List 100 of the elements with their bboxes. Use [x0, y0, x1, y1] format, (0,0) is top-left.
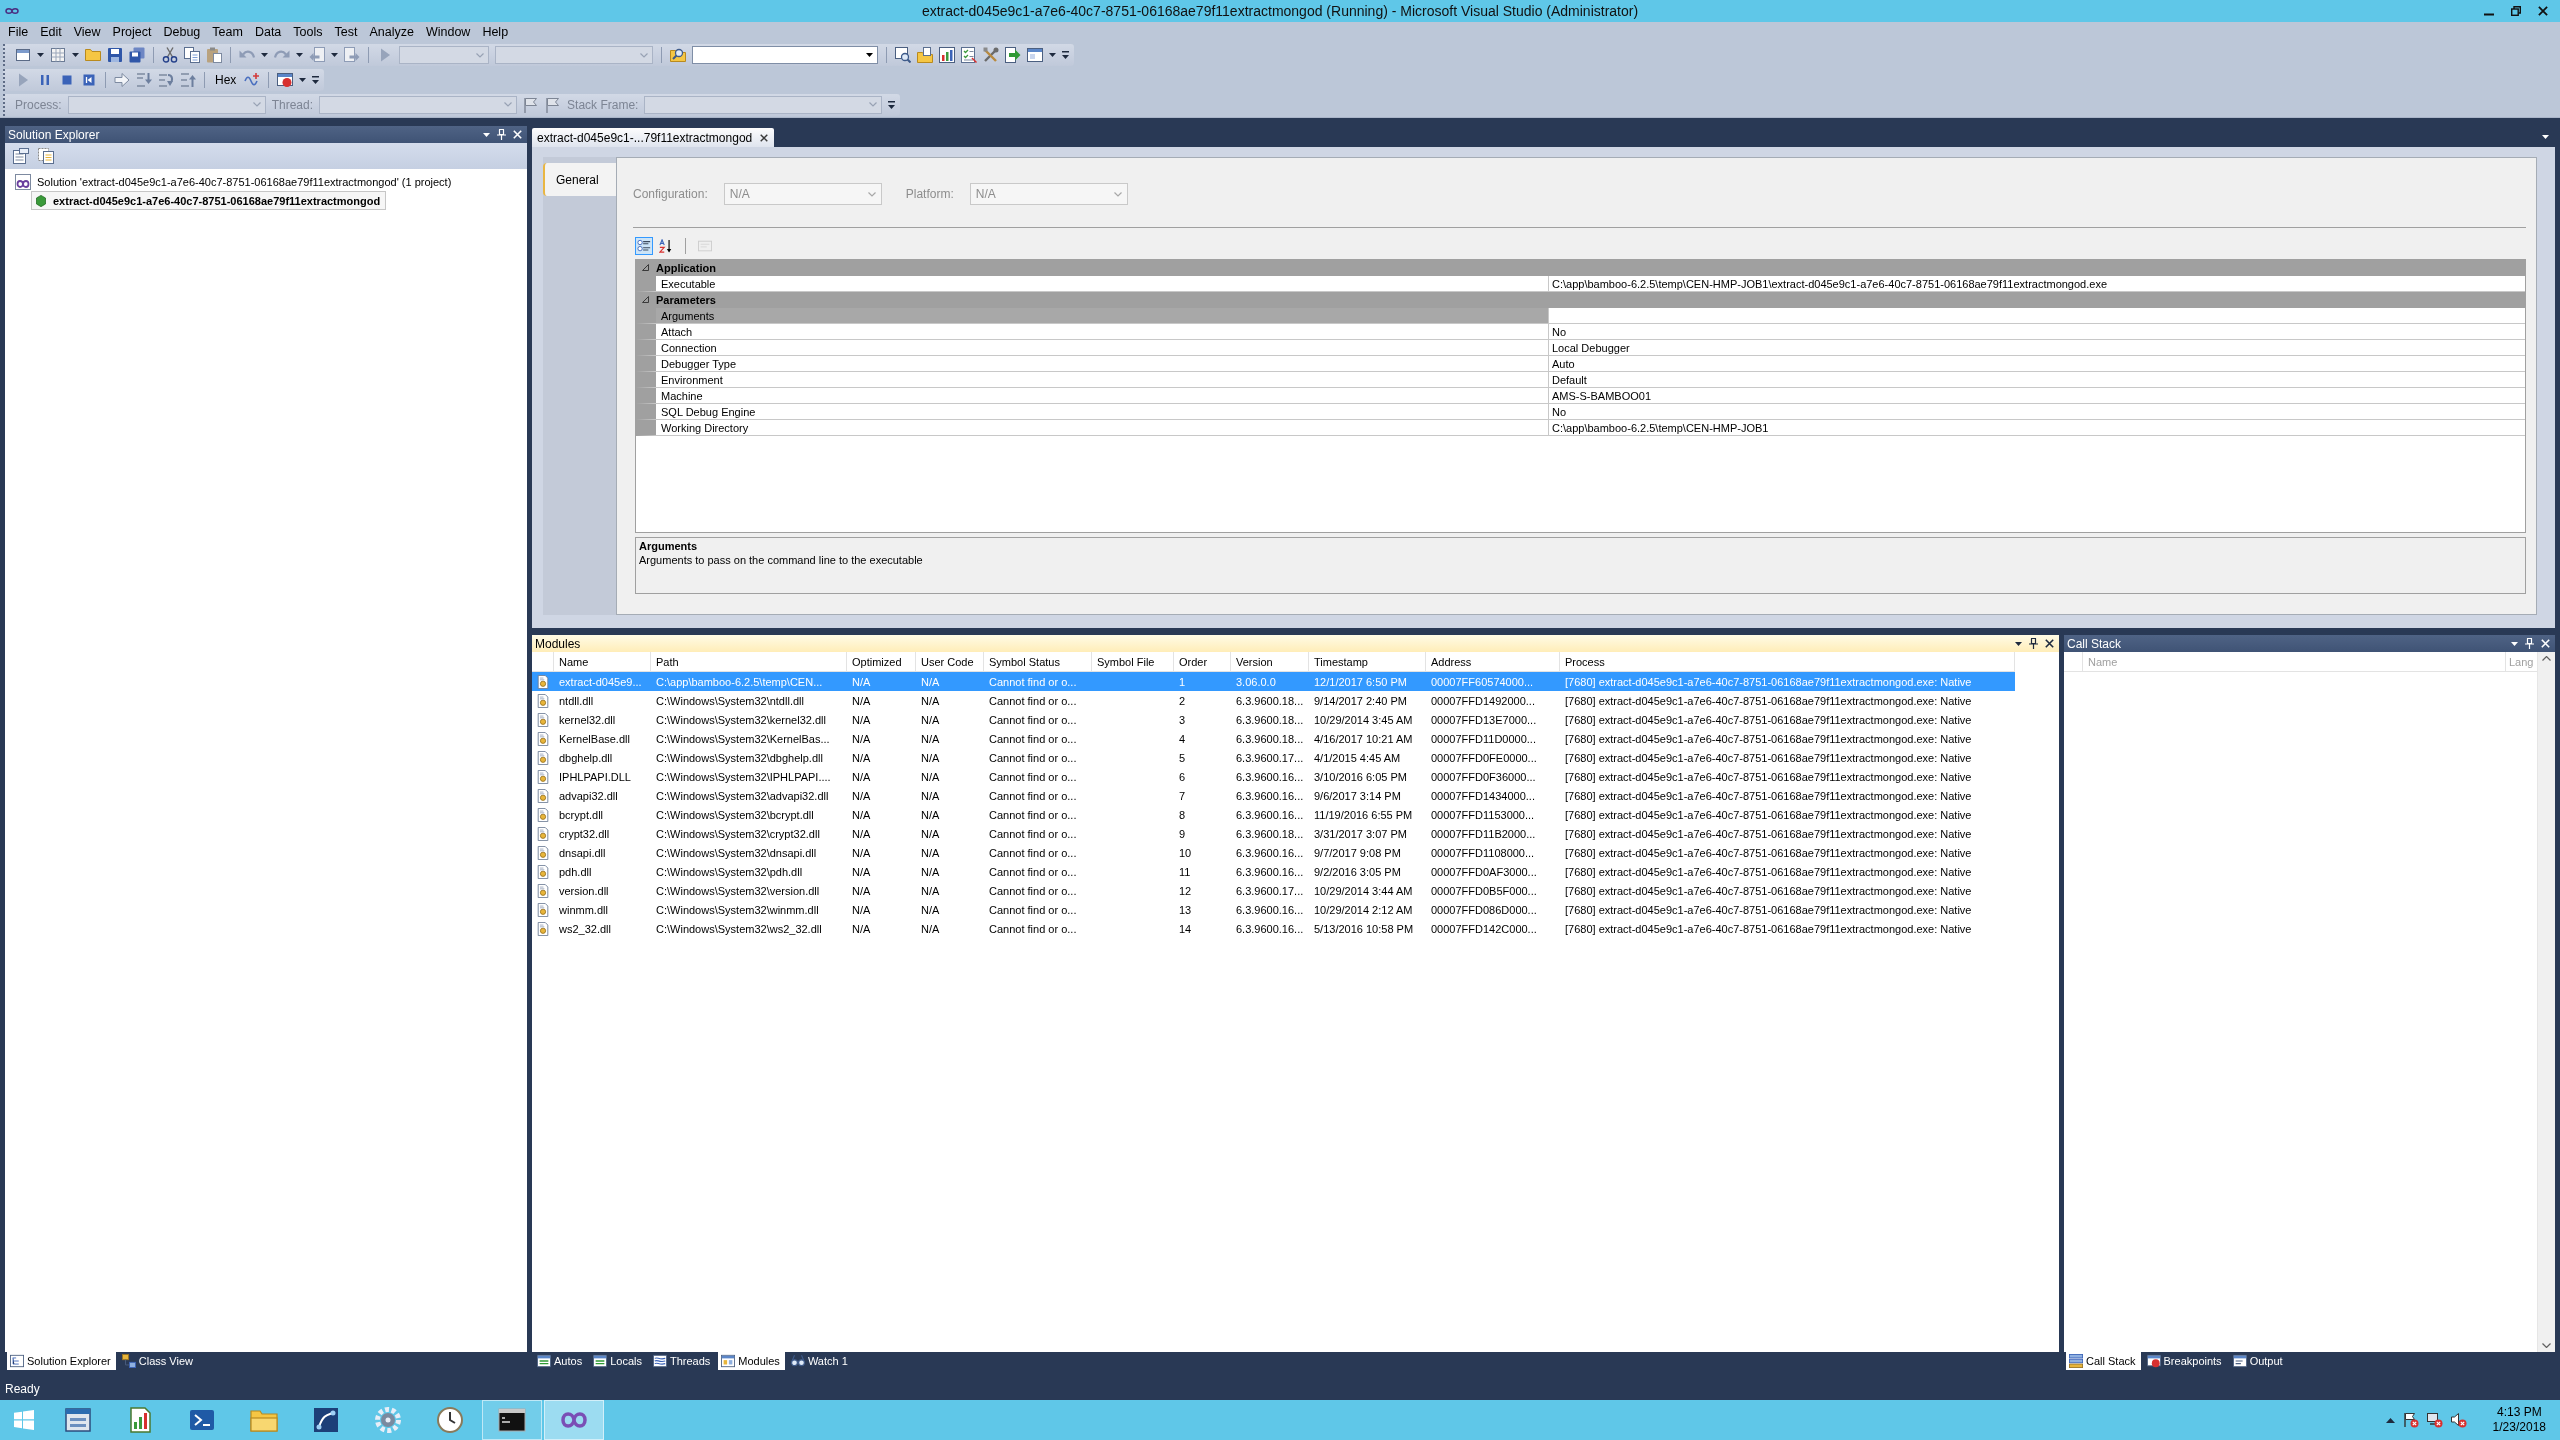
hexagon-icon[interactable]	[35, 194, 47, 207]
copy-icon[interactable]	[184, 47, 200, 64]
column-header[interactable]: Symbol File	[1092, 652, 1174, 671]
property-value[interactable]: No	[1548, 324, 2525, 340]
caret-icon[interactable]	[72, 53, 79, 58]
tab[interactable]: Breakpoints	[2143, 1352, 2227, 1370]
property-name[interactable]: Machine	[636, 388, 1548, 404]
property-value[interactable]: Auto	[1548, 356, 2525, 372]
threads-icon[interactable]	[652, 1354, 667, 1368]
table-row[interactable]: dnsapi.dll C:\Windows\System32\dnsapi.dll N/A N/A Cannot find or o... 10 6.3.9600.16... 9/7/2017 9:08 PM 00007FFD1108000... [7680] extract-d045e9c1-a7e6-40c7-8751-06168ae79f11extractmongod.exe: Native	[532, 843, 2015, 862]
column-header[interactable]: Symbol Status	[984, 652, 1092, 671]
flag-icon[interactable]	[523, 96, 540, 113]
tab[interactable]: Output	[2229, 1352, 2288, 1370]
property-name[interactable]: SQL Debug Engine	[636, 404, 1548, 420]
caret-icon[interactable]	[483, 132, 490, 137]
chevron-up-icon[interactable]	[2542, 656, 2551, 661]
property-value[interactable]: Local Debugger	[1548, 340, 2525, 356]
tab[interactable]: Watch 1	[787, 1352, 853, 1370]
close-icon[interactable]	[2045, 639, 2054, 648]
caret-icon[interactable]	[296, 53, 303, 58]
chart-window-icon[interactable]	[939, 47, 955, 64]
tools-icon[interactable]	[983, 47, 999, 64]
menu-item[interactable]: Help	[476, 23, 515, 41]
clipboard-icon[interactable]	[206, 47, 222, 64]
pages-icon[interactable]	[38, 148, 54, 164]
stack-icon[interactable]	[2069, 1354, 2083, 1368]
window-icon[interactable]	[1027, 47, 1043, 64]
collapse-triangle-icon[interactable]	[642, 264, 649, 271]
menu-item[interactable]: View	[67, 23, 107, 41]
column-header[interactable]: Version	[1231, 652, 1309, 671]
checklist-icon[interactable]	[961, 47, 977, 64]
window-icon[interactable]	[15, 47, 31, 64]
chevron-down-icon[interactable]	[2542, 1343, 2551, 1348]
nav-tab[interactable]: General	[543, 163, 616, 196]
menu-item[interactable]: Debug	[157, 23, 207, 41]
caret-icon[interactable]	[331, 53, 338, 58]
bullet-list-icon[interactable]	[635, 237, 653, 255]
clock-icon[interactable]	[436, 1406, 464, 1434]
glasses-icon[interactable]	[790, 1354, 805, 1368]
scrollbar[interactable]	[2537, 652, 2555, 1352]
menu-item[interactable]: Data	[248, 23, 288, 41]
right-arrow-icon[interactable]	[114, 72, 130, 88]
diagram-icon[interactable]	[312, 1406, 340, 1434]
menu-item[interactable]: Edit	[34, 23, 68, 41]
menu-item[interactable]: Test	[328, 23, 364, 41]
cabinet-icon[interactable]	[64, 1406, 92, 1434]
tree-item[interactable]: extract-d045e9c1-a7e6-40c7-8751-06168ae79f11extractmongod	[31, 191, 387, 210]
caret-icon[interactable]	[299, 78, 307, 82]
menu-item[interactable]: Project	[106, 23, 158, 41]
collapse-triangle-icon[interactable]	[642, 296, 649, 303]
property-value[interactable]: No	[1548, 404, 2525, 420]
caret-icon[interactable]	[261, 53, 268, 58]
tab[interactable]: Modules	[718, 1352, 785, 1370]
column-header[interactable]: Process	[1560, 652, 2015, 671]
overflow-caret-icon[interactable]	[888, 100, 896, 109]
infinity-window-icon[interactable]	[15, 173, 31, 190]
scissors-icon[interactable]	[162, 47, 178, 64]
caret-icon[interactable]	[2511, 641, 2518, 646]
category-header[interactable]: Parameters	[636, 292, 2525, 308]
column-header[interactable]: Address	[1426, 652, 1560, 671]
down-arrow-lines-icon[interactable]	[136, 72, 152, 88]
caret-icon[interactable]	[2015, 641, 2022, 646]
document-tab[interactable]: extract-d045e9c1-...79f11extractmongod	[532, 128, 775, 147]
tab[interactable]: Locals	[590, 1352, 647, 1370]
property-value[interactable]: AMS-S-BAMBOO01	[1548, 388, 2525, 404]
network-error-icon[interactable]	[2426, 1412, 2443, 1428]
property-value[interactable]: C:\app\bamboo-6.2.5\temp\CEN-HMP-JOB1	[1548, 420, 2525, 436]
property-name[interactable]: Arguments	[636, 308, 1548, 324]
window-search-icon[interactable]	[895, 47, 911, 64]
property-value[interactable]: Default	[1548, 372, 2525, 388]
taskbar-button[interactable]	[482, 1400, 542, 1440]
floppy-disks-icon[interactable]	[129, 47, 145, 64]
tab[interactable]: Autos	[534, 1352, 588, 1370]
tree-item[interactable]: Solution 'extract-d045e9c1-a7e6-40c7-8751-06168ae79f11extractmongod' (1 project)	[11, 172, 458, 191]
property-name[interactable]: Attach	[636, 324, 1548, 340]
overflow-caret-icon[interactable]	[312, 76, 320, 84]
menu-item[interactable]: Window	[419, 23, 477, 41]
category-header[interactable]: Application	[636, 260, 2525, 276]
property-name[interactable]: Environment	[636, 372, 1548, 388]
squiggle-icon[interactable]	[244, 72, 261, 88]
overflow-caret-icon[interactable]	[1062, 51, 1069, 60]
close-icon[interactable]	[760, 133, 769, 142]
hex-button[interactable]: Hex	[213, 73, 239, 87]
folder-search-icon[interactable]	[670, 47, 686, 64]
tree-window-icon[interactable]	[10, 1354, 24, 1368]
grid-icon[interactable]	[50, 47, 66, 64]
folder-page-icon[interactable]	[917, 47, 933, 64]
curved-arrow-lines-icon[interactable]	[158, 72, 174, 88]
property-name[interactable]: Connection	[636, 340, 1548, 356]
infinity-icon[interactable]	[5, 7, 19, 15]
table-row[interactable]: winmm.dll C:\Windows\System32\winmm.dll N/A N/A Cannot find or o... 13 6.3.9600.16... 10/29/2014 2:12 AM 00007FFD086D000... [7680] extract-d045e9c1-a7e6-40c7-8751-06168ae79f11extractmongod.exe: Native	[532, 900, 2015, 919]
tab[interactable]: Class View	[118, 1352, 198, 1370]
menu-item[interactable]: Analyze	[363, 23, 420, 41]
menu-item[interactable]: Tools	[287, 23, 329, 41]
flag-icon[interactable]	[545, 96, 562, 113]
list-window-icon[interactable]	[593, 1354, 608, 1368]
column-header[interactable]: Optimized	[847, 652, 916, 671]
caret-icon[interactable]	[37, 53, 44, 58]
chevron-up-icon[interactable]	[2385, 1417, 2395, 1423]
column-header[interactable]: Timestamp	[1309, 652, 1426, 671]
